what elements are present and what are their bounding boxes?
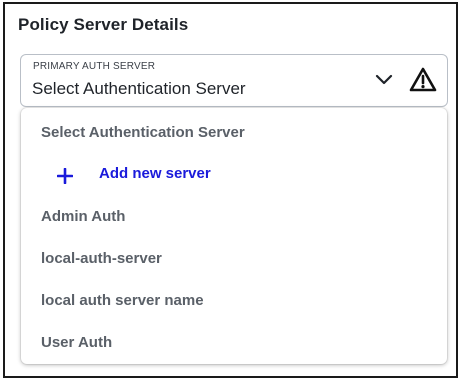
add-new-server-label: Add new server xyxy=(99,165,211,182)
select-value: Select Authentication Server xyxy=(32,79,246,98)
dropdown-option[interactable]: local auth server name xyxy=(41,292,204,309)
dropdown-option[interactable]: User Auth xyxy=(41,334,112,351)
plus-icon xyxy=(57,168,73,184)
chevron-down-icon[interactable] xyxy=(374,72,394,88)
policy-server-details-panel: Policy Server Details PRIMARY AUTH SERVE… xyxy=(3,2,458,378)
dropdown-option[interactable]: Admin Auth xyxy=(41,208,125,225)
dropdown-option-placeholder[interactable]: Select Authentication Server xyxy=(41,124,245,141)
add-new-server-button[interactable]: Add new server xyxy=(39,164,259,188)
primary-auth-server-select[interactable]: PRIMARY AUTH SERVER Select Authenticatio… xyxy=(20,54,448,107)
auth-server-dropdown-menu: Select Authentication Server Add new ser… xyxy=(21,108,447,364)
dropdown-option[interactable]: local-auth-server xyxy=(41,250,162,267)
panel-title: Policy Server Details xyxy=(18,15,189,34)
select-label: PRIMARY AUTH SERVER xyxy=(33,61,156,72)
warning-triangle-icon xyxy=(409,67,437,92)
